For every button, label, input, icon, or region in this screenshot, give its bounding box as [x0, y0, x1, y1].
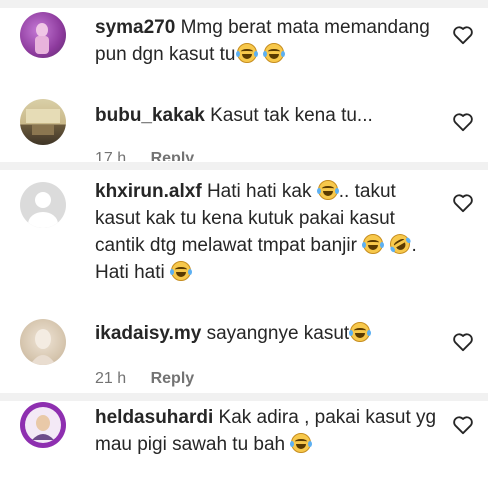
comment-body: Kasut tak kena tu...: [210, 105, 373, 126]
comment-text: ikadaisy.my sayangnye kasut: [95, 320, 440, 347]
comment-username[interactable]: ikadaisy.my: [95, 323, 201, 344]
like-heart-icon[interactable]: [452, 25, 474, 45]
comment-text: heldasuhardi Kak adira , pakai kasut yg …: [95, 404, 440, 458]
avatar-image: [35, 23, 49, 54]
like-heart-icon[interactable]: [452, 112, 474, 132]
comment-username[interactable]: khxirun.alxf: [95, 181, 202, 202]
avatar[interactable]: [20, 319, 66, 365]
comment-text: bubu_kakak Kasut tak kena tu...: [95, 102, 440, 129]
tears-of-joy-icon: [349, 322, 372, 342]
avatar-image: [25, 407, 61, 443]
comment-text: khxirun.alxf Hati hati kak .. takut kasu…: [95, 178, 440, 286]
avatar-image: [26, 109, 60, 135]
like-heart-icon[interactable]: [452, 193, 474, 213]
comment-time: 17 h: [95, 150, 127, 161]
separator-band: [0, 162, 488, 170]
reply-button[interactable]: Reply: [151, 370, 195, 387]
comment-text: syma270 Mmg berat mata memandang pun dgn…: [95, 14, 440, 68]
default-avatar-icon: [28, 192, 58, 228]
comment-username[interactable]: syma270: [95, 17, 175, 38]
avatar[interactable]: [20, 99, 66, 145]
avatar[interactable]: [20, 12, 66, 58]
comment-username[interactable]: bubu_kakak: [95, 105, 205, 126]
tears-of-joy-icon: [169, 261, 192, 281]
comment-body-part: Hati hati kak: [206, 181, 317, 202]
tears-of-joy-icon: [362, 234, 385, 254]
comment-meta: 21 h Reply: [95, 370, 194, 388]
comment-username[interactable]: heldasuhardi: [95, 407, 213, 428]
tears-of-joy-icon: [290, 433, 313, 453]
avatar[interactable]: [20, 402, 66, 448]
avatar-image: [30, 329, 56, 365]
reply-button[interactable]: Reply: [151, 150, 195, 161]
separator-band: [0, 393, 488, 401]
tears-of-joy-icon: [235, 43, 258, 63]
tears-of-joy-icon: [316, 180, 339, 200]
separator-band: [0, 0, 488, 8]
tears-of-joy-icon: [262, 43, 285, 63]
like-heart-icon[interactable]: [452, 415, 474, 435]
comment-time: 21 h: [95, 370, 127, 387]
comment-meta: 17 h Reply: [95, 150, 194, 161]
like-heart-icon[interactable]: [452, 332, 474, 352]
avatar[interactable]: [20, 182, 66, 228]
comment-body-part: [384, 235, 389, 256]
comment-body: sayangnye kasut: [206, 323, 350, 344]
